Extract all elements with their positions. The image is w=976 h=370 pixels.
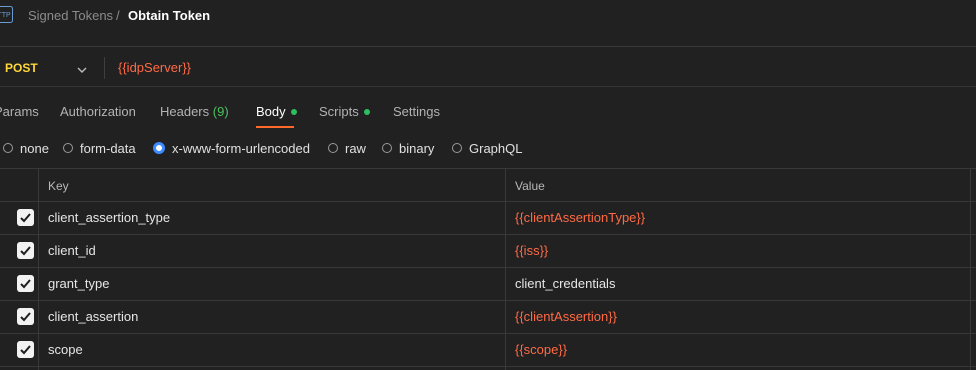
header-divider <box>0 46 976 47</box>
request-title[interactable]: Obtain Token <box>128 8 210 23</box>
column-header-value: Value <box>515 179 545 193</box>
radio-label: x-www-form-urlencoded <box>172 140 310 156</box>
checkbox-checked-icon[interactable] <box>17 242 34 259</box>
http-icon: HTTP <box>0 6 14 24</box>
radio-none[interactable]: none <box>3 139 49 157</box>
tab-authorization[interactable]: Authorization <box>60 104 136 119</box>
tab-settings[interactable]: Settings <box>393 104 440 119</box>
row-divider <box>0 267 976 268</box>
tab-body[interactable]: Body <box>256 104 297 119</box>
scripts-status-dot <box>363 108 370 115</box>
radio-binary[interactable]: binary <box>382 139 434 157</box>
radio-circle <box>328 143 338 153</box>
param-value[interactable]: {{scope}} <box>515 342 567 357</box>
param-value[interactable]: client_credentials <box>515 276 615 291</box>
param-key[interactable]: client_assertion_type <box>48 210 170 225</box>
param-key[interactable]: grant_type <box>48 276 109 291</box>
param-value[interactable]: {{clientAssertion}} <box>515 309 617 324</box>
tab-body-label: Body <box>256 104 286 119</box>
radio-circle <box>63 143 73 153</box>
breadcrumb-separator: / <box>116 8 120 23</box>
checkbox-checked-icon[interactable] <box>17 308 34 325</box>
checkbox-checked-icon[interactable] <box>17 275 34 292</box>
radio-circle <box>452 143 462 153</box>
active-tab-indicator <box>256 126 294 128</box>
url-input[interactable]: {{idpServer}} <box>118 60 191 75</box>
param-value[interactable]: {{clientAssertionType}} <box>515 210 645 225</box>
param-key[interactable]: client_id <box>48 243 96 258</box>
row-divider <box>0 201 976 202</box>
row-divider <box>0 366 976 367</box>
radio-label: GraphQL <box>469 140 523 156</box>
param-key[interactable]: scope <box>48 342 83 357</box>
row-divider <box>0 234 976 235</box>
column-divider <box>505 168 506 370</box>
column-divider <box>38 168 39 370</box>
url-divider <box>0 86 976 87</box>
param-value[interactable]: {{iss}} <box>515 243 548 258</box>
tab-headers-label: Headers <box>160 104 210 119</box>
svg-text:HTTP: HTTP <box>0 12 11 19</box>
table-top-border <box>0 168 976 169</box>
radio-label: none <box>20 140 49 156</box>
body-status-dot <box>290 108 297 115</box>
param-key[interactable]: client_assertion <box>48 309 138 324</box>
radio-circle-selected <box>153 142 165 154</box>
breadcrumb-bar: HTTP Signed Tokens / Obtain Token <box>0 0 976 34</box>
tab-scripts-label: Scripts <box>319 104 359 119</box>
radio-circle <box>3 143 13 153</box>
breadcrumb-collection[interactable]: Signed Tokens <box>28 8 113 23</box>
radio-x-www-form-urlencoded[interactable]: x-www-form-urlencoded <box>153 139 310 157</box>
method-select[interactable]: POST <box>5 61 38 75</box>
row-divider <box>0 333 976 334</box>
radio-label: form-data <box>80 140 136 156</box>
radio-circle <box>382 143 392 153</box>
tab-headers-count: (9) <box>212 104 229 119</box>
url-separator <box>104 57 105 79</box>
radio-label: binary <box>399 140 435 156</box>
chevron-down-icon[interactable] <box>76 63 88 73</box>
row-divider <box>0 300 976 301</box>
checkbox-checked-icon[interactable] <box>17 209 34 226</box>
tab-headers[interactable]: Headers (9) <box>160 104 229 119</box>
column-divider <box>970 168 971 370</box>
tab-scripts[interactable]: Scripts <box>319 104 370 119</box>
radio-form-data[interactable]: form-data <box>63 139 136 157</box>
radio-label: raw <box>345 140 366 156</box>
tab-params[interactable]: Params <box>0 104 39 119</box>
radio-graphql[interactable]: GraphQL <box>452 139 522 157</box>
column-header-key: Key <box>48 179 69 193</box>
radio-raw[interactable]: raw <box>328 139 366 157</box>
checkbox-checked-icon[interactable] <box>17 341 34 358</box>
